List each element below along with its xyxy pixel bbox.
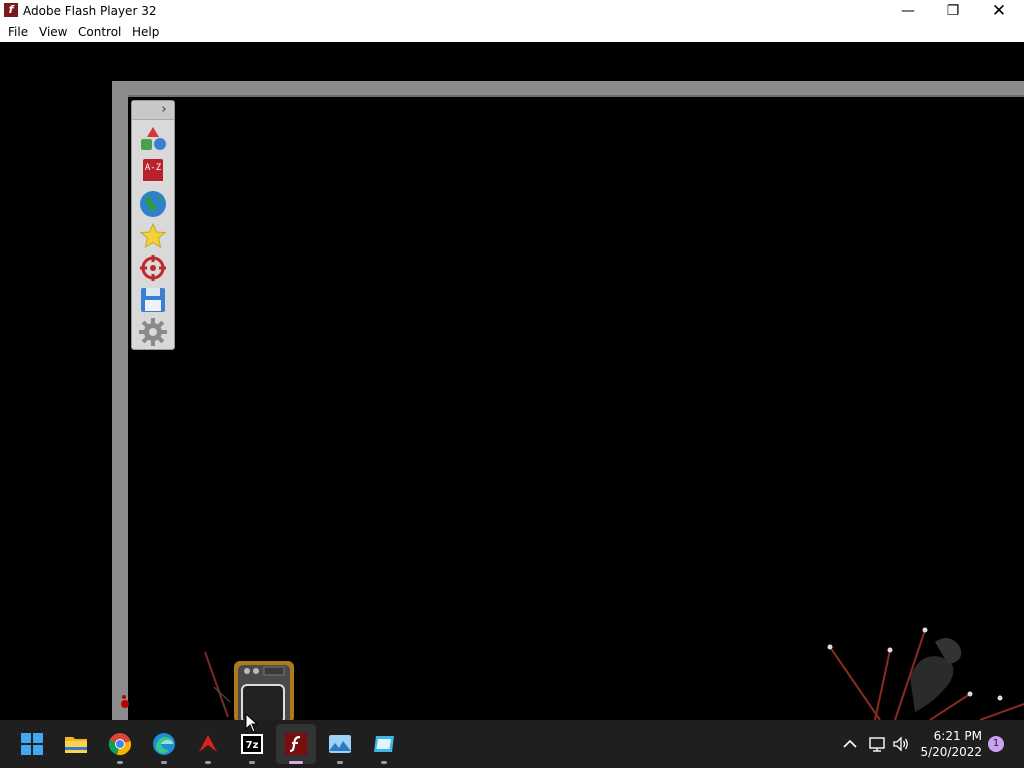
a-z-label: A-Z: [144, 163, 162, 173]
running-indicator: [381, 761, 387, 764]
taskbar-file-explorer[interactable]: [56, 724, 96, 764]
menu-file[interactable]: File: [8, 25, 28, 39]
taskbar-acrobat[interactable]: [188, 724, 228, 764]
taskbar: 7z 6:21 PM 5/20/2022 1: [0, 720, 1024, 768]
taskbar-edge[interactable]: [144, 724, 184, 764]
tool-palette: › A-Z: [131, 100, 175, 350]
window-app-icon: [374, 736, 394, 752]
clock-date[interactable]: 5/20/2022: [920, 745, 982, 759]
running-indicator: [117, 761, 123, 764]
save-icon[interactable]: [138, 285, 168, 315]
photos-icon: [329, 735, 351, 753]
acrobat-icon: [199, 735, 217, 752]
shapes-icon[interactable]: [138, 125, 168, 155]
flash-player-icon: f: [4, 3, 18, 17]
running-indicator: [337, 761, 343, 764]
machine-sprite[interactable]: [200, 647, 300, 720]
flash-player-icon: [285, 733, 307, 755]
running-indicator: [161, 761, 167, 764]
window-title: Adobe Flash Player 32: [23, 4, 157, 18]
gear-icon[interactable]: [138, 317, 168, 347]
start-button[interactable]: [12, 724, 52, 764]
tool-palette-header: ›: [132, 101, 174, 120]
menu-bar: File View Control Help: [0, 22, 1024, 42]
close-button[interactable]: ✕: [976, 0, 1022, 22]
flash-stage[interactable]: › A-Z: [0, 42, 1024, 720]
running-indicator: [205, 761, 211, 764]
blood-splatter: [121, 695, 129, 708]
file-explorer-icon: [65, 737, 87, 753]
stage-frame-inner: [128, 95, 1024, 97]
network-icon[interactable]: [867, 734, 887, 754]
stage-frame-left: [112, 81, 128, 720]
taskbar-flash-player[interactable]: [276, 724, 316, 764]
7zip-icon: 7z: [241, 734, 263, 754]
menu-control[interactable]: Control: [78, 25, 121, 39]
a-z-icon[interactable]: A-Z: [138, 157, 168, 187]
title-bar: f Adobe Flash Player 32 — ❐ ✕: [0, 0, 1024, 22]
edge-icon: [153, 733, 175, 755]
volume-icon[interactable]: [891, 734, 911, 754]
target-icon[interactable]: [138, 253, 168, 283]
taskbar-chrome[interactable]: [100, 724, 140, 764]
maximize-button[interactable]: ❐: [930, 0, 976, 22]
chevron-up-icon[interactable]: [840, 734, 860, 754]
active-indicator: [289, 761, 303, 764]
minimize-button[interactable]: —: [885, 0, 931, 22]
taskbar-window-app[interactable]: [364, 724, 404, 764]
globe-icon[interactable]: [138, 189, 168, 219]
7zip-label: 7z: [246, 740, 259, 751]
menu-help[interactable]: Help: [132, 25, 159, 39]
star-icon[interactable]: [138, 221, 168, 251]
start-icon: [21, 733, 43, 755]
arrow-pile: [827, 627, 1024, 720]
clock-time[interactable]: 6:21 PM: [924, 729, 982, 743]
running-indicator: [249, 761, 255, 764]
collapse-palette-button[interactable]: ›: [156, 101, 172, 119]
menu-view[interactable]: View: [39, 25, 67, 39]
notification-badge[interactable]: 1: [988, 736, 1004, 752]
taskbar-photos[interactable]: [320, 724, 360, 764]
chrome-icon: [108, 733, 132, 756]
mouse-cursor-icon: [245, 713, 259, 733]
